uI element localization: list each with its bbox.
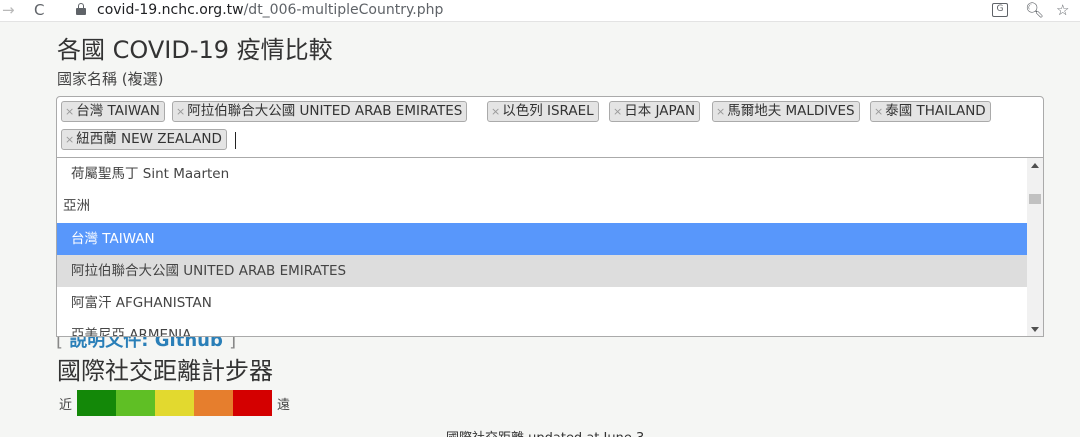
tag-japan: × 日本 JAPAN: [609, 101, 701, 122]
zoom-icon[interactable]: 🔍︎: [1025, 1, 1044, 19]
remove-tag-icon[interactable]: ×: [176, 105, 185, 118]
scale-near-label: 近: [59, 398, 73, 413]
remove-tag-icon[interactable]: ×: [716, 105, 725, 118]
remove-tag-icon[interactable]: ×: [613, 105, 622, 118]
option-afghanistan[interactable]: 阿富汗 AFGHANISTAN: [57, 287, 1028, 319]
scale-far-label: 遠: [277, 398, 291, 413]
tag-label: 台灣 TAIWAN: [76, 103, 160, 119]
scrollbar-thumb[interactable]: [1029, 194, 1041, 204]
tag-thailand: × 泰國 THAILAND: [870, 101, 991, 122]
reload-icon[interactable]: C: [34, 1, 44, 19]
tag-label: 紐西蘭 NEW ZEALAND: [76, 131, 222, 147]
scroll-up-arrow-icon[interactable]: [1031, 163, 1039, 168]
url-host: covid-19.nchc.org.tw: [97, 2, 244, 18]
bookmark-star-icon[interactable]: ☆: [1056, 1, 1069, 19]
scale-segment: [155, 390, 194, 416]
back-arrow-icon[interactable]: →: [2, 1, 15, 19]
tag-label: 日本 JAPAN: [624, 103, 696, 119]
option-armenia[interactable]: 亞美尼亞 ARMENIA: [57, 319, 1028, 336]
option-sint-maarten[interactable]: 荷屬聖馬丁 Sint Maarten: [57, 158, 1028, 190]
distance-color-scale: [77, 390, 272, 416]
remove-tag-icon[interactable]: ×: [491, 105, 500, 118]
country-select-label: 國家名稱 (複選): [57, 70, 164, 88]
distance-section-title: 國際社交距離計步器: [57, 357, 273, 385]
scale-segment: [116, 390, 155, 416]
distance-updated-note: 國際社交距離 updated at June 3: [446, 427, 644, 437]
option-taiwan[interactable]: 台灣 TAIWAN: [57, 223, 1028, 255]
tag-israel: × 以色列 ISRAEL: [487, 101, 599, 122]
remove-tag-icon[interactable]: ×: [65, 105, 74, 118]
tag-label: 泰國 THAILAND: [885, 103, 986, 119]
scroll-down-arrow-icon[interactable]: [1031, 327, 1039, 332]
remove-tag-icon[interactable]: ×: [65, 133, 74, 146]
option-uae[interactable]: 阿拉伯聯合大公國 UNITED ARAB EMIRATES: [57, 255, 1028, 287]
scale-segment: [194, 390, 233, 416]
tag-taiwan: × 台灣 TAIWAN: [61, 101, 165, 122]
remove-tag-icon[interactable]: ×: [874, 105, 883, 118]
tag-label: 馬爾地夫 MALDIVES: [727, 103, 855, 119]
tag-label: 以色列 ISRAEL: [502, 103, 594, 119]
lock-icon[interactable]: [76, 3, 86, 15]
country-dropdown[interactable]: 荷屬聖馬丁 Sint Maarten 亞洲 台灣 TAIWAN 阿拉伯聯合大公國…: [56, 158, 1044, 337]
page-title: 各國 COVID-19 疫情比較: [57, 36, 333, 64]
scale-segment: [233, 390, 272, 416]
browser-toolbar: → C covid-19.nchc.org.tw/dt_006-multiple…: [0, 0, 1080, 22]
text-cursor: [235, 132, 236, 149]
option-group-asia: 亞洲: [63, 198, 90, 214]
url-path: /dt_006-multipleCountry.php: [243, 2, 444, 18]
dropdown-scrollbar[interactable]: [1027, 158, 1043, 336]
address-bar[interactable]: covid-19.nchc.org.tw/dt_006-multipleCoun…: [97, 2, 443, 18]
translate-icon[interactable]: G: [992, 3, 1008, 17]
scale-segment: [77, 390, 116, 416]
tag-new-zealand: × 紐西蘭 NEW ZEALAND: [61, 129, 227, 150]
tag-label: 阿拉伯聯合大公國 UNITED ARAB EMIRATES: [187, 103, 463, 119]
tag-maldives: × 馬爾地夫 MALDIVES: [712, 101, 860, 122]
tag-uae: × 阿拉伯聯合大公國 UNITED ARAB EMIRATES: [172, 101, 468, 122]
country-multiselect[interactable]: × 台灣 TAIWAN × 阿拉伯聯合大公國 UNITED ARAB EMIRATE…: [56, 96, 1044, 158]
